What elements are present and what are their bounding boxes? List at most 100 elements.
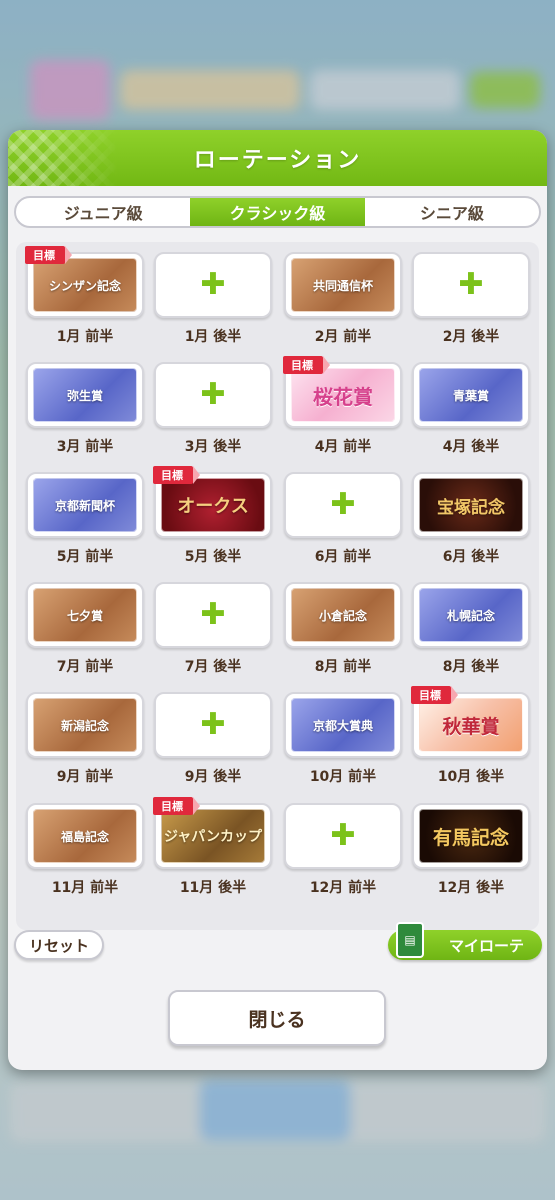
race-name: オークス (161, 478, 265, 532)
race-slot: ✚ 7月 後半 (154, 582, 272, 676)
plus-icon: ✚ (330, 818, 356, 853)
race-slot: ✚ 6月 前半 (284, 472, 402, 566)
reset-button[interactable]: リセット (14, 930, 104, 960)
slot-period-label: 11月 前半 (51, 880, 119, 896)
slot-period-label: 11月 後半 (179, 880, 247, 896)
empty-slot-button[interactable]: ✚ (412, 252, 530, 318)
race-card[interactable]: 新潟記念 (26, 692, 144, 758)
race-slot: 七夕賞 7月 前半 (26, 582, 144, 676)
slot-period-label: 3月 後半 (184, 439, 242, 455)
race-card[interactable]: ジャパンカップ 目標 (153, 797, 272, 869)
race-slot: ✚ 1月 後半 (154, 252, 272, 346)
race-card[interactable]: 弥生賞 (26, 362, 144, 428)
tab-junior[interactable]: ジュニア級 (16, 198, 190, 226)
slot-period-label: 10月 前半 (309, 769, 377, 785)
plus-icon: ✚ (200, 377, 226, 412)
race-name: 青葉賞 (419, 368, 523, 422)
empty-slot-button[interactable]: ✚ (284, 472, 402, 538)
race-slot: 共同通信杯 2月 前半 (284, 252, 402, 346)
race-card[interactable]: 秋華賞 目標 (411, 686, 530, 758)
race-card[interactable]: 青葉賞 (412, 362, 530, 428)
empty-slot-button[interactable]: ✚ (154, 252, 272, 318)
race-slot: 札幌記念 8月 後半 (412, 582, 530, 676)
race-slot: 有馬記念 12月 後半 (412, 803, 530, 897)
race-slot: 秋華賞 目標 10月 後半 (411, 686, 530, 786)
rotation-dialog: ローテーション ジュニア級 クラシック級 シニア級 シンザン記念 目標 1月 前半 ✚… (8, 130, 547, 1070)
close-button[interactable]: 閉じる (168, 990, 386, 1046)
slot-period-label: 5月 前半 (56, 549, 114, 565)
race-slot: 弥生賞 3月 前半 (26, 362, 144, 456)
race-name: 秋華賞 (419, 698, 523, 752)
slot-period-label: 7月 後半 (184, 659, 242, 675)
my-rotation-button[interactable]: ▤ マイローテ (388, 922, 542, 960)
race-card[interactable]: 京都新聞杯 (26, 472, 144, 538)
plus-icon: ✚ (458, 267, 484, 302)
race-card[interactable]: オークス 目標 (153, 466, 272, 538)
empty-slot-button[interactable]: ✚ (284, 803, 402, 869)
slot-period-label: 2月 前半 (314, 329, 372, 345)
plus-icon: ✚ (330, 487, 356, 522)
race-name: シンザン記念 (33, 258, 137, 312)
race-slot: ✚ 2月 後半 (412, 252, 530, 346)
race-card[interactable]: シンザン記念 目標 (25, 246, 144, 318)
tab-senior[interactable]: シニア級 (365, 198, 539, 226)
slot-period-label: 3月 前半 (56, 439, 114, 455)
race-card[interactable]: 有馬記念 (412, 803, 530, 869)
goal-badge: 目標 (153, 797, 200, 815)
dialog-title: ローテーション (193, 148, 362, 173)
plus-icon: ✚ (200, 267, 226, 302)
race-name: 有馬記念 (419, 809, 523, 863)
race-name: 京都大賞典 (291, 698, 395, 752)
slot-period-label: 6月 前半 (314, 549, 372, 565)
slot-period-label: 7月 前半 (56, 659, 114, 675)
race-slot: シンザン記念 目標 1月 前半 (25, 246, 144, 346)
slot-period-label: 5月 後半 (184, 549, 242, 565)
slot-period-label: 1月 前半 (56, 329, 114, 345)
empty-slot-button[interactable]: ✚ (154, 362, 272, 428)
tab-classic[interactable]: クラシック級 (190, 198, 365, 226)
race-name: 七夕賞 (33, 588, 137, 642)
goal-badge: 目標 (25, 246, 72, 264)
race-slot: ✚ 12月 前半 (284, 803, 402, 897)
slot-period-label: 2月 後半 (442, 329, 500, 345)
race-card[interactable]: 京都大賞典 (284, 692, 402, 758)
race-name: 共同通信杯 (291, 258, 395, 312)
race-slot: オークス 目標 5月 後半 (153, 466, 272, 566)
race-card[interactable]: 共同通信杯 (284, 252, 402, 318)
slot-period-label: 12月 後半 (437, 880, 505, 896)
race-name: ジャパンカップ (161, 809, 265, 863)
plus-icon: ✚ (200, 597, 226, 632)
race-card[interactable]: 桜花賞 目標 (283, 356, 402, 428)
race-slot: 新潟記念 9月 前半 (26, 692, 144, 786)
slot-period-label: 6月 後半 (442, 549, 500, 565)
goal-badge: 目標 (153, 466, 200, 484)
race-name: 京都新聞杯 (33, 478, 137, 532)
race-name: 宝塚記念 (419, 478, 523, 532)
slot-period-label: 8月 後半 (442, 659, 500, 675)
race-slot: ✚ 9月 後半 (154, 692, 272, 786)
goal-badge: 目標 (411, 686, 458, 704)
slot-period-label: 1月 後半 (184, 329, 242, 345)
header-pattern (8, 130, 118, 186)
race-name: 桜花賞 (291, 368, 395, 422)
race-card[interactable]: 福島記念 (26, 803, 144, 869)
goal-badge: 目標 (283, 356, 330, 374)
race-slot: 宝塚記念 6月 後半 (412, 472, 530, 566)
slot-period-label: 4月 後半 (442, 439, 500, 455)
race-card[interactable]: 宝塚記念 (412, 472, 530, 538)
empty-slot-button[interactable]: ✚ (154, 582, 272, 648)
empty-slot-button[interactable]: ✚ (154, 692, 272, 758)
race-slot: 桜花賞 目標 4月 前半 (283, 356, 402, 456)
race-name: 新潟記念 (33, 698, 137, 752)
slot-period-label: 10月 後半 (437, 769, 505, 785)
race-slot: 福島記念 11月 前半 (26, 803, 144, 897)
race-card[interactable]: 小倉記念 (284, 582, 402, 648)
race-card[interactable]: 七夕賞 (26, 582, 144, 648)
race-card[interactable]: 札幌記念 (412, 582, 530, 648)
slot-period-label: 9月 後半 (184, 769, 242, 785)
race-slot: ✚ 3月 後半 (154, 362, 272, 456)
race-slot: 小倉記念 8月 前半 (284, 582, 402, 676)
race-name: 福島記念 (33, 809, 137, 863)
race-name: 弥生賞 (33, 368, 137, 422)
race-name: 札幌記念 (419, 588, 523, 642)
